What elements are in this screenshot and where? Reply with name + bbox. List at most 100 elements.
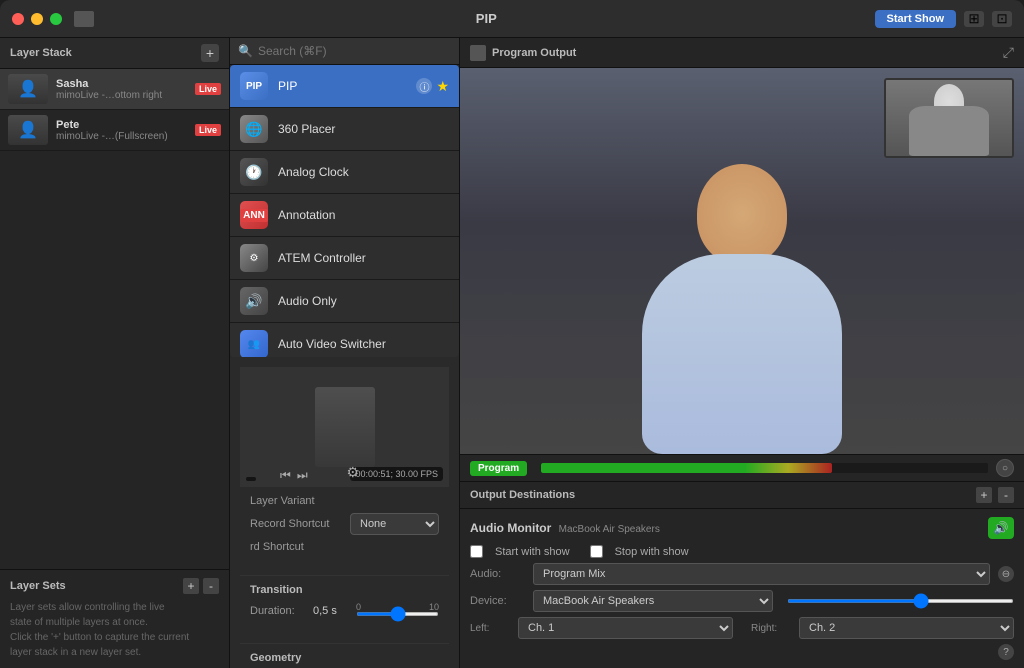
list-item[interactable]: PIP PIP ⓘ ★ bbox=[230, 65, 459, 108]
variant-section: Layer Variant Record Shortcut None rd Sh… bbox=[240, 487, 449, 567]
program-output-header: Program Output ⤢ bbox=[460, 38, 1024, 68]
layer-name: Pete bbox=[56, 119, 191, 131]
audio-source-select[interactable]: Program Mix bbox=[533, 563, 990, 585]
output-destinations-header: Output Destinations + - bbox=[460, 482, 1024, 509]
duration-row: Duration: 0,5 s 10 0 bbox=[250, 604, 439, 619]
360-icon: 🌐 bbox=[240, 115, 268, 143]
right-label: Right: bbox=[751, 623, 791, 634]
playback-controls: ⏮ ⏭ bbox=[280, 468, 308, 483]
program-video bbox=[460, 68, 1024, 454]
duration-slider-container: 10 0 bbox=[356, 604, 439, 619]
audio-monitor-title-group: Audio Monitor MacBook Air Speakers bbox=[470, 521, 660, 535]
duration-slider[interactable] bbox=[356, 612, 439, 616]
start-show-button[interactable]: Start Show bbox=[875, 10, 956, 28]
layout-btn-2[interactable]: ⊡ bbox=[992, 11, 1012, 27]
person-figure bbox=[602, 164, 882, 454]
minimize-button[interactable] bbox=[31, 13, 43, 25]
device-label: Device: bbox=[470, 595, 525, 607]
rewind-icon[interactable]: ⏮ bbox=[280, 468, 291, 483]
list-item[interactable]: 👥 Auto Video Switcher bbox=[230, 323, 459, 357]
device-row: Device: MacBook Air Speakers bbox=[470, 590, 1014, 612]
expand-icon[interactable]: ⤢ bbox=[1003, 44, 1014, 61]
person-body bbox=[642, 254, 842, 454]
list-item[interactable]: 🔊 Audio Only bbox=[230, 280, 459, 323]
remove-layer-set-button[interactable]: - bbox=[203, 578, 219, 594]
left-panel: Layer Stack + Sasha mimoLive -…ottom rig… bbox=[0, 38, 230, 668]
audio-label: Audio: bbox=[470, 568, 525, 580]
layer-stack-title: Layer Stack bbox=[10, 47, 72, 59]
program-badge: Program bbox=[470, 461, 527, 476]
layer-preview bbox=[8, 74, 48, 104]
layer-preview-area: 00:00:51; 30.00 FPS ⚙ ⏮ ⏭ bbox=[240, 367, 449, 487]
main-layout: Layer Stack + Sasha mimoLive -…ottom rig… bbox=[0, 38, 1024, 668]
pip-icon: PIP bbox=[240, 72, 268, 100]
start-with-show-checkbox[interactable] bbox=[470, 545, 483, 558]
add-layer-button[interactable]: + bbox=[201, 44, 219, 62]
close-button[interactable] bbox=[12, 13, 24, 25]
device-select[interactable]: MacBook Air Speakers bbox=[533, 590, 773, 612]
right-channel-select[interactable]: Ch. 2 bbox=[799, 617, 1014, 639]
help-button[interactable]: ? bbox=[998, 644, 1014, 660]
left-channel-select[interactable]: Ch. 1 bbox=[518, 617, 733, 639]
skip-icon[interactable]: ⏭ bbox=[297, 468, 308, 483]
audio-monitor-active-button[interactable]: 🔊 bbox=[988, 517, 1014, 539]
item-label: ATEM Controller bbox=[278, 251, 366, 265]
list-item[interactable]: 🌐 360 Placer bbox=[230, 108, 459, 151]
anchor-badge bbox=[246, 477, 256, 481]
audio-monitor-header: Audio Monitor MacBook Air Speakers 🔊 bbox=[470, 517, 1014, 539]
shortcut-label: Record Shortcut bbox=[250, 518, 350, 530]
search-bar: 🔍 bbox=[230, 38, 459, 65]
variant-label: Layer Variant bbox=[250, 495, 350, 507]
layer-sub: mimoLive -…ottom right bbox=[56, 90, 191, 101]
add-layer-set-button[interactable]: + bbox=[183, 578, 199, 594]
layer-item[interactable]: Sasha mimoLive -…ottom right Live bbox=[0, 69, 229, 110]
info-button[interactable]: ⓘ bbox=[416, 78, 432, 94]
add-destination-button[interactable]: + bbox=[976, 487, 992, 503]
layer-info: Sasha mimoLive -…ottom right bbox=[56, 78, 191, 101]
audio-monitor-title: Audio Monitor bbox=[470, 521, 551, 535]
audio-bar-fill bbox=[541, 463, 831, 473]
right-panel: Program Output ⤢ bbox=[460, 38, 1024, 668]
title-bar: PIP Start Show ⊞ ⊡ bbox=[0, 0, 1024, 38]
list-item[interactable]: ⚙ ATEM Controller bbox=[230, 237, 459, 280]
audio-monitor-card: Audio Monitor MacBook Air Speakers 🔊 Sta… bbox=[460, 509, 1024, 668]
remove-destination-button[interactable]: - bbox=[998, 487, 1014, 503]
volume-slider[interactable] bbox=[787, 599, 1015, 603]
list-item[interactable]: ANN Annotation bbox=[230, 194, 459, 237]
item-label: 360 Placer bbox=[278, 122, 335, 136]
geometry-section: Geometry Anchor: Bottom Right X Inset: Y bbox=[240, 643, 449, 668]
duration-value: 0,5 s bbox=[313, 605, 348, 617]
maximize-button[interactable] bbox=[50, 13, 62, 25]
list-item[interactable]: 🕐 Analog Clock bbox=[230, 151, 459, 194]
layer-sets-buttons: + - bbox=[183, 578, 219, 594]
layout-btn-1[interactable]: ⊞ bbox=[964, 11, 984, 27]
window-title: PIP bbox=[476, 11, 497, 26]
variant-row: Layer Variant bbox=[250, 495, 439, 507]
output-destinations-buttons: + - bbox=[976, 487, 1014, 503]
layer-thumbnail bbox=[8, 115, 48, 145]
pip-video bbox=[886, 80, 1012, 156]
settings-icon[interactable]: ⚙ bbox=[346, 464, 359, 481]
output-destinations: Output Destinations + - Audio Monitor Ma… bbox=[460, 482, 1024, 668]
audio-info-button[interactable]: ⊖ bbox=[998, 566, 1014, 582]
preview-person bbox=[315, 387, 375, 467]
clock-icon: 🕐 bbox=[240, 158, 268, 186]
slider-max: 10 bbox=[429, 602, 439, 612]
item-label: Annotation bbox=[278, 208, 335, 222]
layer-sets-title: Layer Sets bbox=[10, 580, 66, 592]
star-icon[interactable]: ★ bbox=[436, 78, 449, 95]
search-input[interactable] bbox=[258, 44, 451, 58]
program-output-title: Program Output bbox=[492, 47, 576, 59]
transition-section: Transition Duration: 0,5 s 10 0 bbox=[240, 575, 449, 635]
item-label: PIP bbox=[278, 79, 297, 93]
annotation-icon: ANN bbox=[240, 201, 268, 229]
left-label: Left: bbox=[470, 623, 510, 634]
live-badge: Live bbox=[195, 83, 221, 95]
stop-with-show-checkbox[interactable] bbox=[590, 545, 603, 558]
audio-monitor-subtitle: MacBook Air Speakers bbox=[559, 524, 660, 535]
transition-title: Transition bbox=[250, 584, 439, 596]
shortcut-select[interactable]: None bbox=[350, 513, 439, 535]
audio-mute-button[interactable]: ○ bbox=[996, 459, 1014, 477]
layer-item[interactable]: Pete mimoLive -…(Fullscreen) Live bbox=[0, 110, 229, 151]
audio-meter-row: Program ○ bbox=[460, 454, 1024, 482]
